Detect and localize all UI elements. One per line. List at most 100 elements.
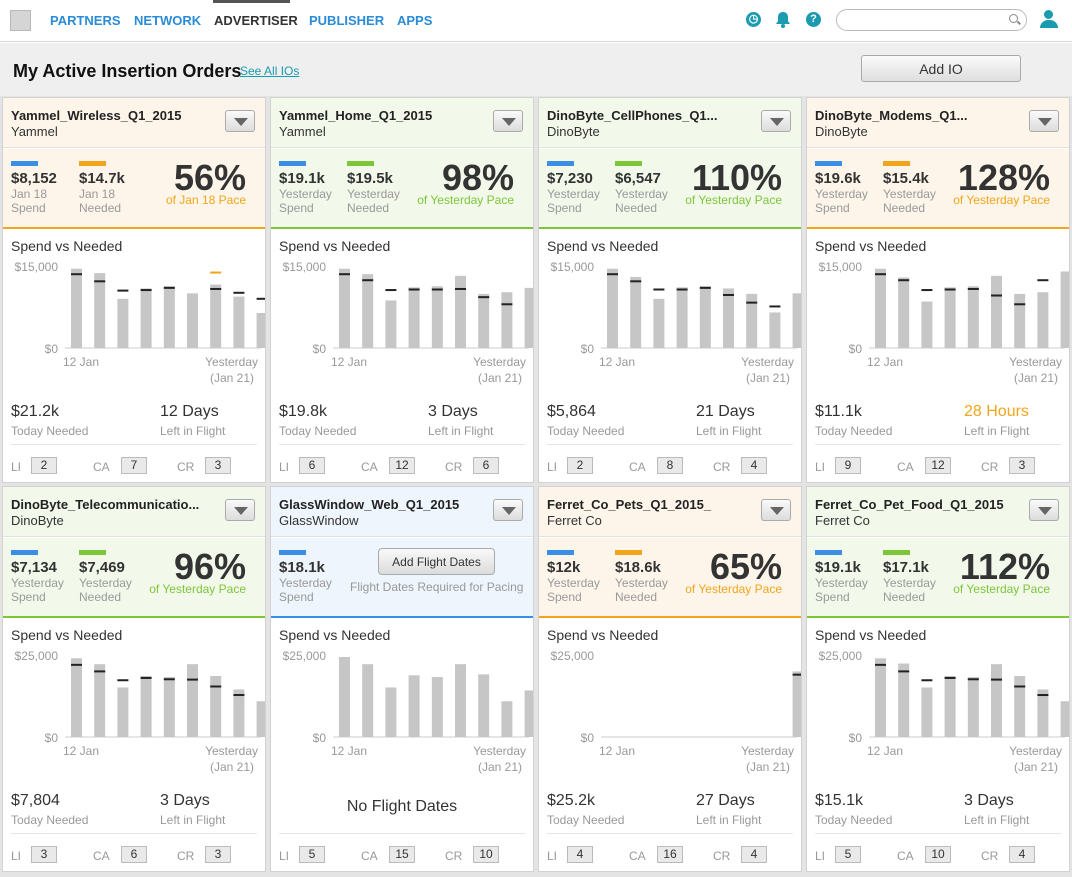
ca-count-badge[interactable]: 6 [121,846,147,863]
spend-bar[interactable] [1037,292,1049,348]
spend-bar[interactable] [607,268,618,348]
cr-count-badge[interactable]: 4 [741,457,767,474]
spend-bar[interactable] [408,287,420,348]
io-name[interactable]: DinoByte_Modems_Q1... [815,108,1027,123]
io-name[interactable]: Yammel_Home_Q1_2015 [279,108,491,123]
spend-bar[interactable] [630,276,642,348]
li-count-badge[interactable]: 9 [835,457,861,474]
io-name[interactable]: GlassWindow_Web_Q1_2015 [279,497,491,512]
ca-count-badge[interactable]: 15 [389,846,415,863]
cr-count-badge[interactable]: 4 [741,846,767,863]
io-name[interactable]: Yammel_Wireless_Q1_2015 [11,108,223,123]
spend-bar[interactable] [501,292,513,348]
li-count-badge[interactable]: 4 [567,846,593,863]
spend-bar[interactable] [163,286,175,348]
spend-bar[interactable] [1014,293,1026,348]
spend-bar[interactable] [699,286,711,348]
spend-bar[interactable] [362,664,374,737]
spend-bar[interactable] [991,275,1002,348]
bell-icon[interactable] [775,11,791,28]
spend-bar[interactable] [501,701,513,737]
io-name[interactable]: DinoByte_CellPhones_Q1... [547,108,759,123]
ca-count-badge[interactable]: 12 [925,457,951,474]
add-flight-dates-button[interactable]: Add Flight Dates [378,548,495,575]
spend-bar[interactable] [769,312,781,348]
li-count-badge[interactable]: 2 [567,457,593,474]
spend-bar[interactable] [792,293,802,348]
spend-bar[interactable] [140,675,152,737]
spend-bar[interactable] [187,664,198,737]
help-icon[interactable]: ? [806,12,821,27]
spend-bar[interactable] [478,674,490,737]
add-io-button[interactable]: Add IO [861,55,1021,82]
card-menu-dropdown[interactable] [225,499,255,521]
card-menu-dropdown[interactable] [761,110,791,132]
user-icon[interactable] [1039,8,1059,30]
spend-bar[interactable] [385,300,397,348]
cr-count-badge[interactable]: 3 [205,846,231,863]
cr-count-badge[interactable]: 4 [1009,846,1035,863]
spend-bar[interactable] [71,658,82,737]
spend-bar[interactable] [898,663,910,737]
spend-bar[interactable] [1037,689,1049,737]
see-all-ios-link[interactable]: See All IOs [240,64,299,78]
spend-bar[interactable] [723,288,734,348]
spend-bar[interactable] [676,287,688,348]
ca-count-badge[interactable]: 7 [121,457,147,474]
nav-advertiser[interactable]: ADVERTISER [214,13,298,28]
spend-bar[interactable] [94,273,106,348]
spend-bar[interactable] [898,277,910,348]
io-name[interactable]: Ferret_Co_Pets_Q1_2015_ [547,497,759,512]
spend-bar[interactable] [653,298,665,348]
spend-bar[interactable] [210,675,222,737]
spend-bar[interactable] [385,687,397,737]
spend-bar[interactable] [256,701,266,737]
li-count-badge[interactable]: 2 [31,457,57,474]
li-count-badge[interactable]: 5 [835,846,861,863]
spend-bar[interactable] [339,268,350,348]
spend-bar[interactable] [967,286,979,348]
card-menu-dropdown[interactable] [1029,110,1059,132]
search-icon[interactable] [1009,14,1018,23]
spend-bar[interactable] [163,676,175,737]
spend-bar[interactable] [94,664,106,737]
nav-partners[interactable]: PARTNERS [50,13,121,28]
card-menu-dropdown[interactable] [1029,499,1059,521]
ca-count-badge[interactable]: 16 [657,846,683,863]
spend-bar[interactable] [967,676,979,737]
spend-bar[interactable] [362,274,374,348]
spend-bar[interactable] [944,287,956,348]
li-count-badge[interactable]: 6 [299,457,325,474]
spend-bar[interactable] [944,675,956,737]
spend-bar[interactable] [1060,271,1070,348]
cr-count-badge[interactable]: 3 [1009,457,1035,474]
li-count-badge[interactable]: 3 [31,846,57,863]
clock-icon[interactable]: ◷ [746,12,761,27]
app-logo[interactable] [10,10,31,31]
spend-bar[interactable] [455,664,466,737]
spend-bar[interactable] [140,288,152,348]
spend-bar[interactable] [921,301,933,348]
card-menu-dropdown[interactable] [761,499,791,521]
cr-count-badge[interactable]: 3 [205,457,231,474]
spend-bar[interactable] [455,275,466,348]
spend-bar[interactable] [431,286,443,348]
ca-count-badge[interactable]: 12 [389,457,415,474]
io-name[interactable]: DinoByte_Telecommunicatio... [11,497,223,512]
spend-bar[interactable] [1014,675,1026,737]
spend-bar[interactable] [339,656,350,737]
spend-bar[interactable] [921,687,933,737]
cr-count-badge[interactable]: 10 [473,846,499,863]
spend-bar[interactable] [117,687,129,737]
li-count-badge[interactable]: 5 [299,846,325,863]
spend-bar[interactable] [408,675,420,737]
search-input[interactable] [845,10,1005,30]
cr-count-badge[interactable]: 6 [473,457,499,474]
spend-bar[interactable] [431,676,443,737]
card-menu-dropdown[interactable] [493,110,523,132]
spend-bar[interactable] [875,268,886,348]
spend-bar[interactable] [1060,701,1070,737]
nav-publisher[interactable]: PUBLISHER [309,13,384,28]
ca-count-badge[interactable]: 10 [925,846,951,863]
io-name[interactable]: Ferret_Co_Pet_Food_Q1_2015 [815,497,1027,512]
